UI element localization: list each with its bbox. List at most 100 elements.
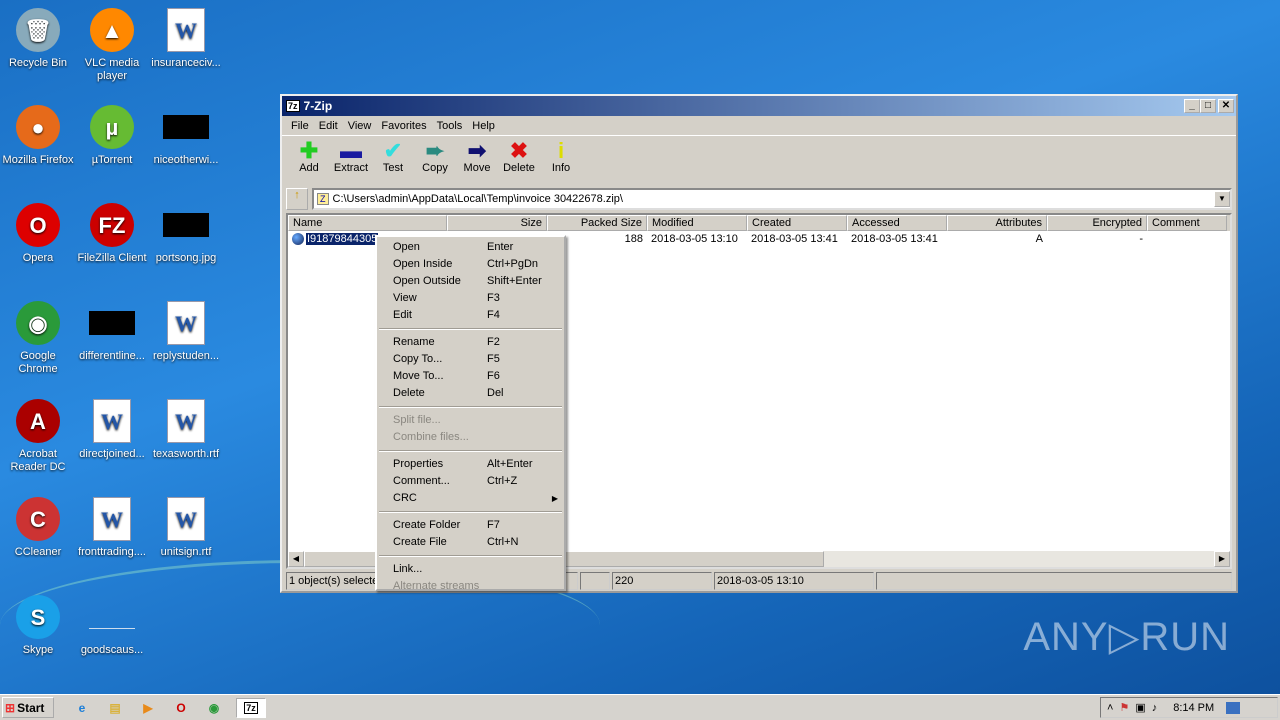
scroll-right-button[interactable]: ▶ — [1214, 551, 1230, 567]
path-input[interactable]: Z C:\Users\admin\AppData\Local\Temp\invo… — [312, 188, 1232, 210]
copy-button[interactable]: ➨ Copy — [414, 136, 456, 181]
desktop-icon[interactable]: FZ FileZilla Client — [74, 203, 150, 265]
column-comment[interactable]: Comment — [1147, 215, 1227, 231]
desktop-icon[interactable]: Winsuranceciv... — [148, 8, 224, 70]
network-icon[interactable]: ▣ — [1135, 701, 1145, 714]
internet-explorer-icon[interactable]: e — [72, 699, 92, 717]
file-explorer-icon[interactable]: ▤ — [105, 699, 125, 717]
column-name[interactable]: Name — [288, 215, 447, 231]
context-menu-item-open[interactable]: Open Enter — [377, 239, 564, 256]
close-button[interactable]: ✕ — [1218, 99, 1234, 113]
extract-button[interactable]: ▬ Extract — [330, 136, 372, 181]
column-encrypted[interactable]: Encrypted — [1047, 215, 1147, 231]
toolbar-label: Info — [551, 162, 571, 174]
start-button[interactable]: ⊞ Start — [2, 697, 54, 718]
extract-icon: ▬ — [340, 138, 362, 163]
image-icon — [89, 311, 135, 335]
context-menu-item-comment[interactable]: Comment... Ctrl+Z — [377, 473, 564, 490]
windows-logo-icon: ⊞ — [5, 700, 16, 715]
desktop-icon[interactable]: 🗑 Recycle Bin — [0, 8, 76, 70]
context-menu-item-alternate-streams: Alternate streams — [377, 578, 564, 595]
opera-taskbar-icon[interactable]: O — [171, 699, 191, 717]
desktop-icon[interactable]: Wtexasworth.rtf — [148, 399, 224, 461]
desktop-icon[interactable]: S Skype — [0, 595, 76, 657]
context-menu-item-crc[interactable]: CRC ▶ — [377, 490, 564, 507]
desktop-icon[interactable]: Wfronttrading.... — [74, 497, 150, 559]
show-desktop-button[interactable] — [1226, 701, 1241, 714]
menu-help[interactable]: Help — [467, 120, 500, 132]
column-packed-size[interactable]: Packed Size — [547, 215, 647, 231]
menu-item-label: Rename — [393, 336, 435, 348]
column-attributes[interactable]: Attributes — [947, 215, 1047, 231]
context-menu-item-properties[interactable]: Properties Alt+Enter — [377, 456, 564, 473]
desktop-icon[interactable]: portsong.jpg — [148, 203, 224, 265]
desktop-icon[interactable]: differentline... — [74, 301, 150, 363]
context-menu-item-open-inside[interactable]: Open Inside Ctrl+PgDn — [377, 256, 564, 273]
desktop-icon[interactable]: goodscaus... — [74, 595, 150, 657]
menu-tools[interactable]: Tools — [432, 120, 468, 132]
column-accessed[interactable]: Accessed — [847, 215, 947, 231]
menu-item-shortcut: Del — [487, 387, 504, 399]
maximize-button[interactable]: □ — [1200, 99, 1216, 113]
desktop-icon[interactable]: C CCleaner — [0, 497, 76, 559]
context-menu-item-open-outside[interactable]: Open Outside Shift+Enter — [377, 273, 564, 290]
taskbar: ⊞ Start e ▤ ▶ O ◉ 7z ˄ ⚑ ▣ ♪ 8:14 PM — [0, 694, 1280, 720]
context-menu-item-create-folder[interactable]: Create Folder F7 — [377, 517, 564, 534]
minimize-button[interactable]: _ — [1184, 99, 1200, 113]
title-bar[interactable]: 7z 7-Zip _ □ ✕ — [282, 96, 1236, 116]
column-created[interactable]: Created — [747, 215, 847, 231]
info-button[interactable]: i Info — [540, 136, 582, 181]
action-center-flag-icon[interactable]: ⚑ — [1119, 701, 1129, 714]
test-button[interactable]: ✔ Test — [372, 136, 414, 181]
desktop-icon[interactable]: Wunitsign.rtf — [148, 497, 224, 559]
column-modified[interactable]: Modified — [647, 215, 747, 231]
volume-icon[interactable]: ♪ — [1152, 702, 1158, 714]
menu-view[interactable]: View — [343, 120, 377, 132]
media-player-icon[interactable]: ▶ — [138, 699, 158, 717]
menu-edit[interactable]: Edit — [314, 120, 343, 132]
menu-favorites[interactable]: Favorites — [376, 120, 431, 132]
desktop-icon[interactable]: ● Mozilla Firefox — [0, 105, 76, 167]
toolbar-label: Add — [299, 162, 319, 174]
context-menu-item-view[interactable]: View F3 — [377, 290, 564, 307]
menu-separator — [379, 406, 562, 408]
7zip-app-icon: 7z — [286, 100, 300, 112]
chrome-taskbar-icon[interactable]: ◉ — [204, 699, 224, 717]
7zip-taskbar-button[interactable]: 7z — [236, 697, 266, 718]
context-menu-item-copy-to[interactable]: Copy To... F5 — [377, 351, 564, 368]
desktop-icon[interactable]: A Acrobat Reader DC — [0, 399, 76, 474]
clock[interactable]: 8:14 PM — [1173, 702, 1214, 714]
desktop-icon[interactable]: ◉ Google Chrome — [0, 301, 76, 376]
desktop-icon-label: Opera — [22, 252, 54, 264]
menu-item-label: Split file... — [393, 414, 441, 426]
path-dropdown-button[interactable]: ▼ — [1214, 191, 1230, 207]
context-menu-item-move-to[interactable]: Move To... F6 — [377, 368, 564, 385]
desktop-icon[interactable]: µ µTorrent — [74, 105, 150, 167]
column-size[interactable]: Size — [447, 215, 547, 231]
move-button[interactable]: ➡ Move — [456, 136, 498, 181]
desktop-icon[interactable]: O Opera — [0, 203, 76, 265]
desktop-icon[interactable]: Wdirectjoined... — [74, 399, 150, 461]
context-menu-item-edit[interactable]: Edit F4 — [377, 307, 564, 324]
scroll-left-button[interactable]: ◀ — [288, 551, 304, 567]
context-menu-item-link[interactable]: Link... — [377, 561, 564, 578]
menu-file[interactable]: File — [286, 120, 314, 132]
show-hidden-icons-button[interactable]: ˄ — [1107, 702, 1113, 714]
menu-item-label: Open Inside — [393, 258, 453, 270]
context-menu-item-rename[interactable]: Rename F2 — [377, 334, 564, 351]
app-icon: O — [16, 203, 60, 247]
status-field: 220 — [612, 572, 712, 590]
context-menu-item-delete[interactable]: Delete Del — [377, 385, 564, 402]
up-folder-button[interactable]: ↑ — [286, 188, 308, 210]
desktop-icon[interactable]: niceotherwi... — [148, 105, 224, 167]
context-menu-item-create-file[interactable]: Create File Ctrl+N — [377, 534, 564, 551]
document-icon: W — [167, 497, 205, 541]
desktop-icon[interactable]: Wreplystuden... — [148, 301, 224, 363]
menu-item-label: Copy To... — [393, 353, 443, 365]
app-icon: 🗑 — [16, 8, 60, 52]
desktop-icon[interactable]: ▲ VLC media player — [74, 8, 150, 83]
app-icon: A — [16, 399, 60, 443]
delete-button[interactable]: ✖ Delete — [498, 136, 540, 181]
menu-item-label: Create File — [393, 536, 447, 548]
add-button[interactable]: ✚ Add — [288, 136, 330, 181]
